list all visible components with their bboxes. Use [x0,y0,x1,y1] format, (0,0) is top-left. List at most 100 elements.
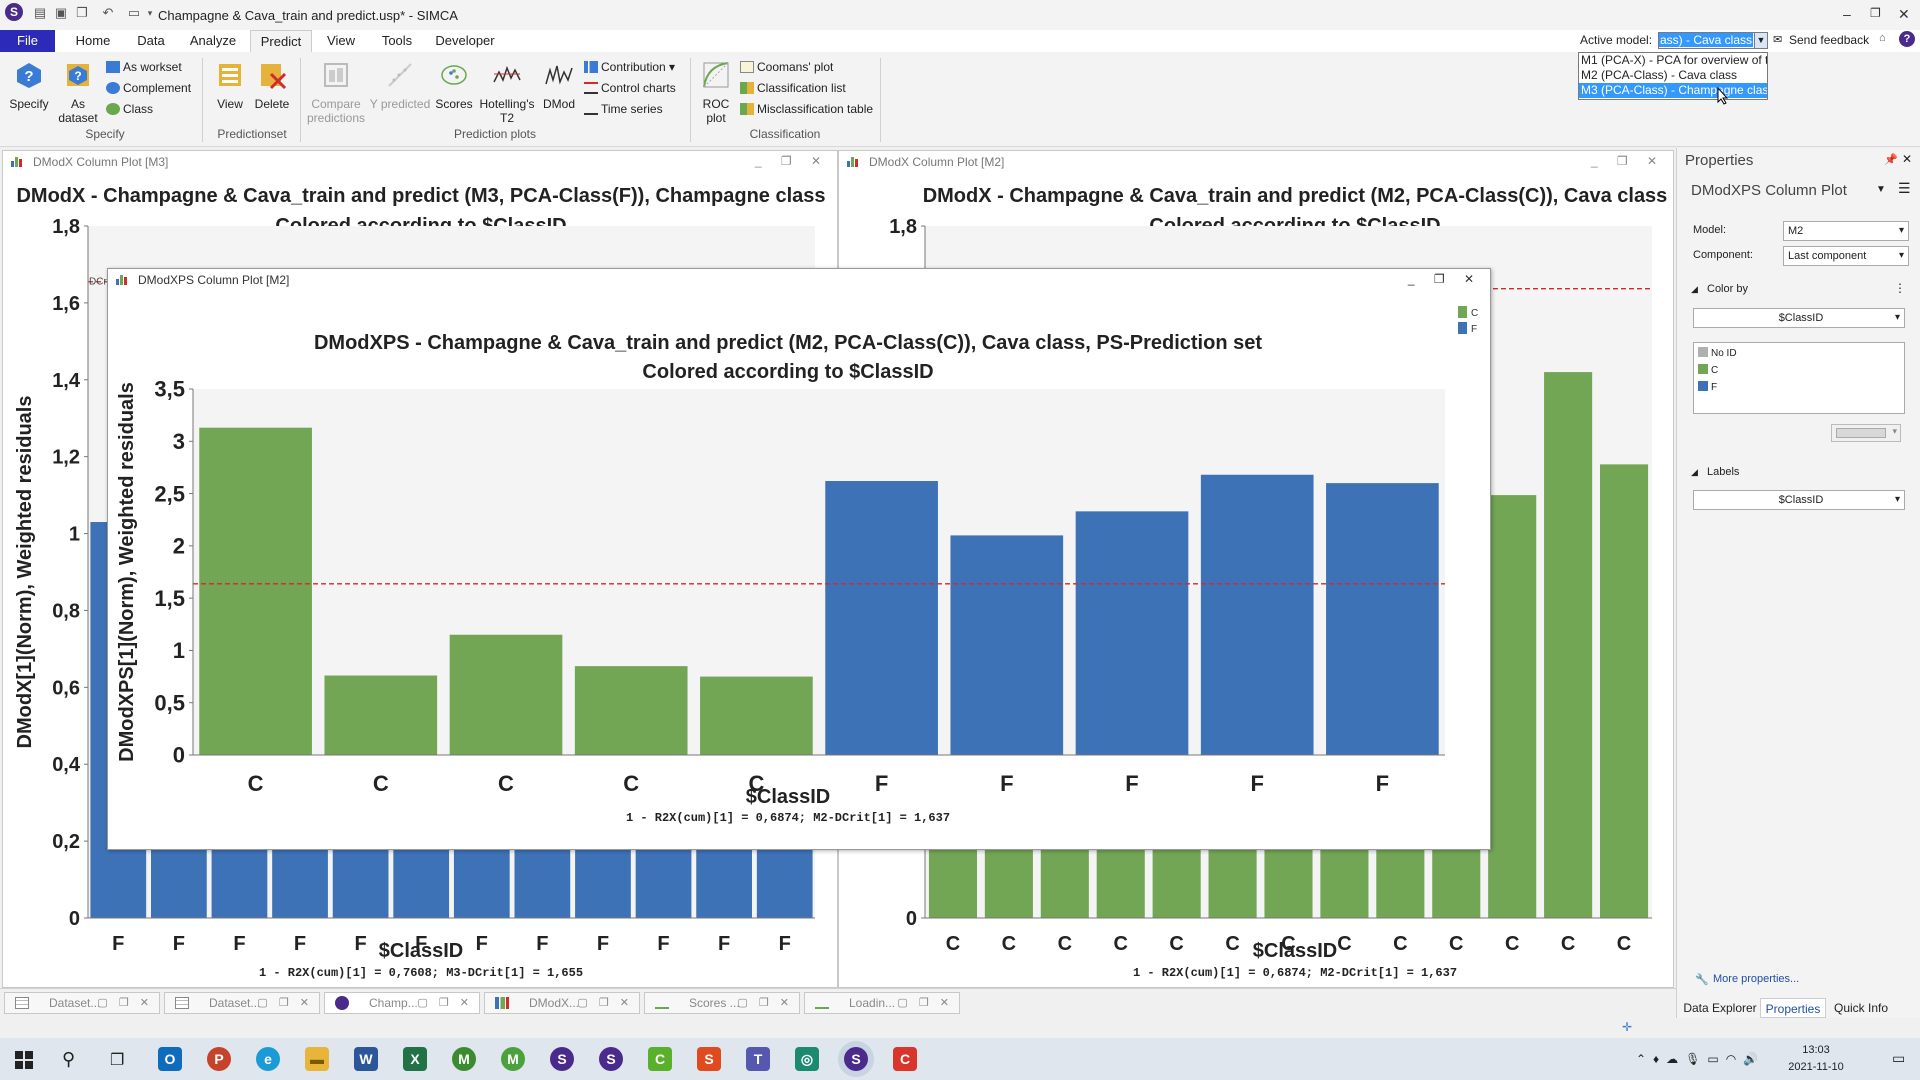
app-m2-icon[interactable]: M [501,1047,525,1071]
coomans-plot-button[interactable]: Coomans' plot [740,57,833,77]
tab-controls[interactable]: ▢ ❐ ✕ [897,993,953,1013]
simca-app-2-icon[interactable]: S [599,1047,623,1071]
doc-tab-dataset-2[interactable]: Dataset... ▢ ❐ ✕ [164,992,320,1014]
model-select[interactable]: M2 [1783,221,1909,241]
simca-app-icon[interactable]: S [550,1047,574,1071]
notification-icon[interactable]: ▭ [1892,1050,1905,1067]
panel-window-buttons[interactable]: _ ❐ ✕ [1591,154,1665,168]
menu-file[interactable]: File [0,30,55,52]
more-options-icon[interactable]: ⋮ [1894,281,1906,295]
search-icon[interactable]: ⚲ [62,1049,75,1070]
labels-select[interactable]: $ClassID [1693,490,1905,510]
app-c-icon[interactable]: C [648,1047,672,1071]
doc-tab-loadings[interactable]: Loadin... ▢ ❐ ✕ [804,992,960,1014]
customize-quick-access-icon[interactable]: ▾ [142,5,158,21]
specify-button[interactable]: ? Specify [6,60,52,111]
app-red-icon[interactable]: C [893,1047,917,1071]
collapse-icon[interactable]: ◢ [1691,467,1698,478]
new-project-icon[interactable]: ▤ [32,5,48,21]
complement-button[interactable]: Complement [106,78,191,98]
color-picker[interactable]: ▾ [1831,424,1901,442]
file-explorer-icon[interactable]: ▬ [305,1047,329,1071]
class-item-c[interactable]: C [1698,364,1718,376]
tab-controls[interactable]: ▢ ❐ ✕ [577,993,633,1013]
menu-home[interactable]: Home [70,30,116,52]
undo-icon[interactable]: ↶ [100,5,116,21]
save-icon[interactable]: ▣ [53,5,69,21]
doc-tab-dataset-1[interactable]: Dataset... ▢ ❐ ✕ [4,992,160,1014]
scores-button[interactable]: Scores [432,60,476,111]
more-properties-link[interactable]: More properties... [1713,973,1799,985]
copy-icon[interactable]: ❐ [74,5,90,21]
close-icon[interactable]: ✕ [1902,152,1912,166]
app-m-icon[interactable]: M [452,1047,476,1071]
class-button[interactable]: Class [106,99,153,119]
menu-icon[interactable]: ☰ [1898,180,1911,197]
active-model-dropdown[interactable]: M1 (PCA-X) - PCA for overview of t M2 (P… [1578,52,1768,100]
color-by-select[interactable]: $ClassID [1693,308,1905,328]
as-dataset-button[interactable]: ? As dataset [52,60,104,125]
misclassification-table-button[interactable]: Misclassification table [740,99,873,119]
tab-controls[interactable]: ▢ ❐ ✕ [97,993,153,1013]
time-series-button[interactable]: Time series [584,99,663,119]
classification-list-button[interactable]: Classification list [740,78,846,98]
outlook-icon[interactable]: O [158,1047,182,1071]
dmod-button[interactable]: DMod [538,60,580,111]
close-button[interactable]: ✕ [1898,6,1910,23]
start-button-icon[interactable] [15,1051,33,1069]
collapse-ribbon-icon[interactable]: ⌂ [1879,32,1886,44]
doc-tab-dmodx[interactable]: DModX... ▢ ❐ ✕ [484,992,640,1014]
tab-controls[interactable]: ▢ ❐ ✕ [417,993,473,1013]
menu-tools[interactable]: Tools [374,30,420,52]
menu-data[interactable]: Data [128,30,174,52]
panel-window-buttons[interactable]: _ ❐ ✕ [1408,272,1482,286]
tab-data-explorer[interactable]: Data Explorer [1682,998,1758,1018]
hotellings-button[interactable]: Hotelling's T2 [476,60,538,125]
model-option-m1[interactable]: M1 (PCA-X) - PCA for overview of t [1579,53,1767,68]
tab-quick-info[interactable]: Quick Info [1828,998,1894,1018]
menu-view[interactable]: View [320,30,362,52]
class-item-f[interactable]: F [1698,381,1717,393]
tray-icons[interactable]: ⌃♦☁🎙▭◠🔊 [1636,1052,1765,1066]
class-list[interactable]: No ID C F [1693,342,1905,414]
y-predicted-button[interactable]: Y predicted [368,60,432,111]
component-select[interactable]: Last component [1783,246,1909,266]
menu-developer[interactable]: Developer [430,30,500,52]
contribution-button[interactable]: Contribution ▾ [584,57,675,77]
model-option-m2[interactable]: M2 (PCA-Class) - Cava class [1579,68,1767,83]
word-icon[interactable]: W [354,1047,378,1071]
help-icon[interactable]: ? [1899,31,1915,47]
active-model-combo[interactable]: ass) - Cava class [1658,32,1766,49]
powerpoint-icon[interactable]: P [207,1047,231,1071]
doc-tab-project[interactable]: Champ... ▢ ❐ ✕ [324,992,480,1014]
excel-icon[interactable]: X [403,1047,427,1071]
simca-active-icon[interactable]: S [844,1047,868,1071]
chevron-down-icon[interactable]: ▼ [1876,184,1886,195]
tab-properties[interactable]: Properties [1760,998,1826,1018]
tab-controls[interactable]: ▢ ❐ ✕ [737,993,793,1013]
app-green-icon[interactable]: ◎ [795,1047,819,1071]
task-view-icon[interactable]: ❐ [110,1050,124,1070]
compare-predictions-button[interactable]: Compare predictions [304,60,368,125]
class-item-noid[interactable]: No ID [1698,347,1737,359]
roc-plot-button[interactable]: ROC plot [696,60,736,125]
tab-controls[interactable]: ▢ ❐ ✕ [257,993,313,1013]
doc-tab-scores[interactable]: Scores ... ▢ ❐ ✕ [644,992,800,1014]
layout-icon[interactable]: ▭ [126,5,142,21]
edge-icon[interactable]: e [256,1047,280,1071]
chevron-down-icon[interactable]: ▼ [1754,32,1768,49]
teams-icon[interactable]: T [746,1047,770,1071]
view-button[interactable]: View [210,60,250,111]
delete-button[interactable]: Delete [252,60,292,111]
menu-predict[interactable]: Predict [250,30,312,52]
pin-icon[interactable]: 📌 [1884,153,1898,166]
app-s-icon[interactable]: S [697,1047,721,1071]
model-option-m3[interactable]: M3 (PCA-Class) - Champagne class [1579,83,1767,98]
minimize-button[interactable]: – [1843,6,1851,22]
as-workset-button[interactable]: As workset [106,57,182,77]
collapse-icon[interactable]: ◢ [1691,284,1698,295]
send-feedback-link[interactable]: Send feedback [1789,33,1869,47]
menu-analyze[interactable]: Analyze [184,30,242,52]
restore-button[interactable]: ❐ [1870,6,1881,20]
panel-window-buttons[interactable]: _ ❐ ✕ [755,154,829,168]
